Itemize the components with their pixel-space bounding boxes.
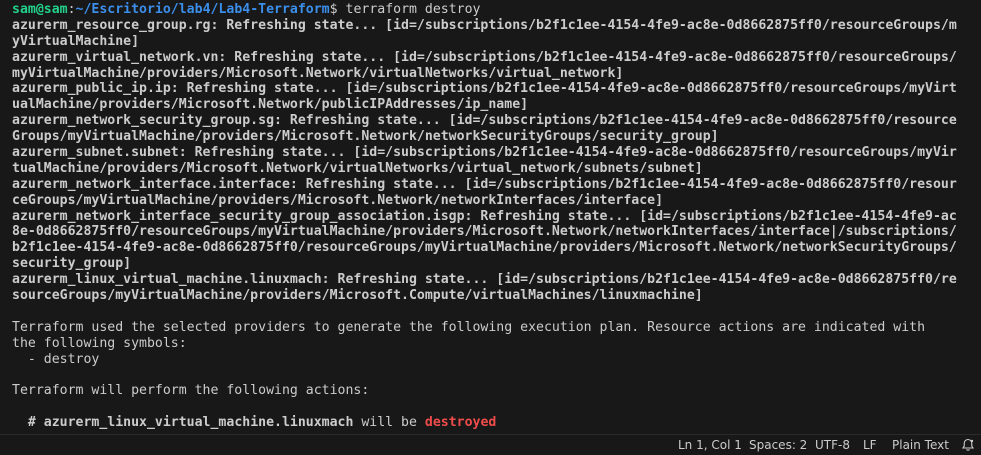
output-line: b2f1c1ee-4154-4fe9-ac8e-0d8662875ff0/res… xyxy=(12,240,957,256)
output-line: azurerm_virtual_network.vn: Refreshing s… xyxy=(12,49,957,65)
output-line: tualMachine/providers/Microsoft.Network/… xyxy=(12,160,703,176)
output-line: - destroy xyxy=(12,351,100,367)
output-line: azurerm_network_interface_security_group… xyxy=(12,208,957,224)
terminal-output: azurerm_resource_group.rg: Refreshing st… xyxy=(12,18,981,415)
prompt-user: sam@sam xyxy=(12,2,68,17)
status-bar: Ln 1, Col 1 Spaces: 2 UTF-8 LF Plain Tex… xyxy=(0,434,981,455)
output-line: sourceGroups/myVirtualMachine/providers/… xyxy=(12,288,703,304)
action-status: destroyed xyxy=(424,415,497,431)
prompt-line: sam@sam:~/Escritorio/lab4/Lab4-Terraform… xyxy=(12,2,481,17)
output-line: security_group] xyxy=(12,256,132,272)
status-indentation[interactable]: Spaces: 2 xyxy=(749,438,807,452)
terminal-panel[interactable]: sam@sam:~/Escritorio/lab4/Lab4-Terraform… xyxy=(0,0,981,434)
prompt-command: terraform destroy xyxy=(345,2,481,17)
output-line: ceGroups/myVirtualMachine/providers/Micr… xyxy=(12,192,664,208)
status-language[interactable]: Plain Text xyxy=(892,438,949,452)
prompt-path: ~/Escritorio/lab4/Lab4-Terraform xyxy=(75,2,330,17)
output-line: Terraform will perform the following act… xyxy=(12,383,370,399)
action-prefix: # xyxy=(12,415,44,431)
action-middle: will be xyxy=(353,415,425,431)
output-line: azurerm_subnet.subnet: Refreshing state.… xyxy=(12,145,957,161)
output-line: 8e-0d8662875ff0/resourceGroups/myVirtual… xyxy=(12,224,957,240)
action-resource: azurerm_linux_virtual_machine.linuxmach xyxy=(43,415,354,431)
output-line: azurerm_network_security_group.sg: Refre… xyxy=(12,113,957,129)
bell-icon[interactable] xyxy=(961,438,975,452)
output-line: Groups/myVirtualMachine/providers/Micros… xyxy=(12,129,719,145)
action-line: # azurerm_linux_virtual_machine.linuxmac… xyxy=(12,415,981,431)
status-encoding[interactable]: UTF-8 xyxy=(815,438,850,452)
output-line: Terraform used the selected providers to… xyxy=(12,319,926,335)
output-line: azurerm_resource_group.rg: Refreshing st… xyxy=(12,17,957,33)
status-eol[interactable]: LF xyxy=(863,438,877,452)
output-line: azurerm_public_ip.ip: Refreshing state..… xyxy=(12,81,957,97)
output-line: myVirtualMachine/providers/Microsoft.Net… xyxy=(12,65,624,81)
output-line: azurerm_network_interface.interface: Ref… xyxy=(12,176,957,192)
output-line: the following symbols: xyxy=(12,335,187,351)
status-cursor-position[interactable]: Ln 1, Col 1 xyxy=(678,438,742,452)
output-line: yVirtualMachine] xyxy=(12,33,140,49)
output-line: ualMachine/providers/Microsoft.Network/p… xyxy=(12,97,529,113)
output-line: azurerm_linux_virtual_machine.linuxmach:… xyxy=(12,272,957,288)
prompt-symbol: $ xyxy=(329,2,338,17)
